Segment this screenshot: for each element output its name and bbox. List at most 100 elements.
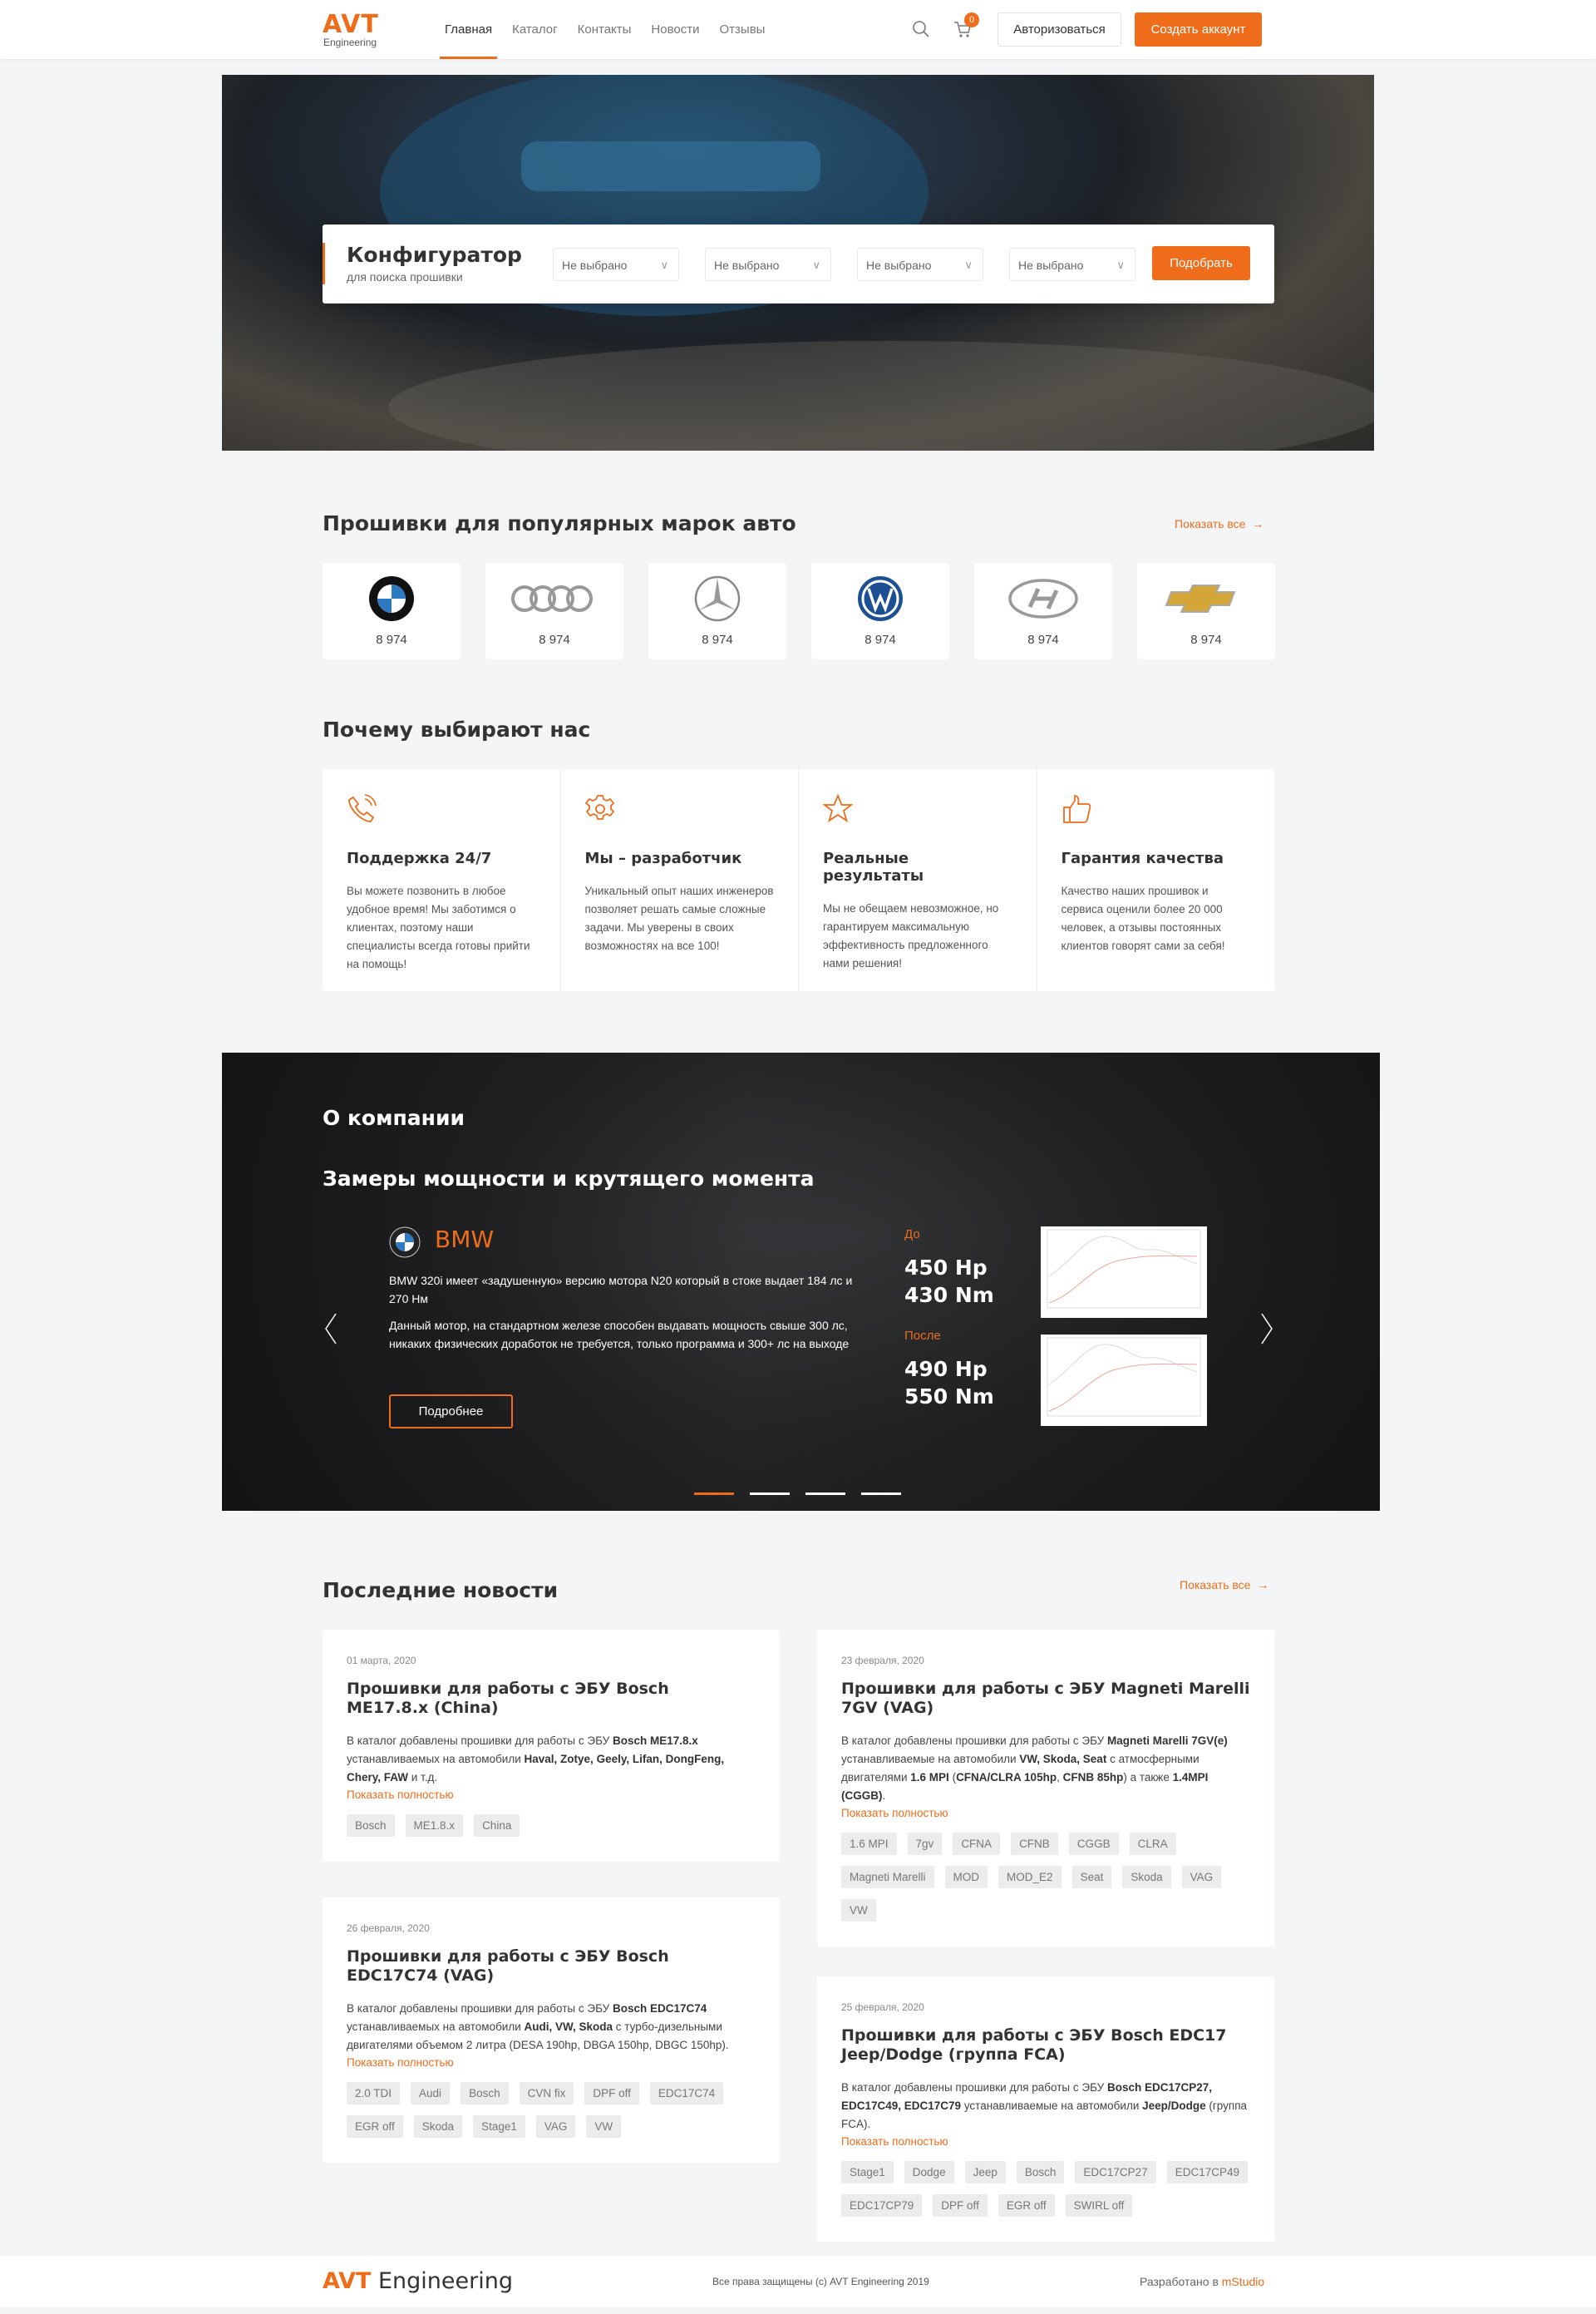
tag[interactable]: Bosch — [1016, 2161, 1065, 2183]
brand-card-hyundai[interactable]: 8 974 — [974, 563, 1112, 659]
before-label: До — [904, 1227, 920, 1241]
news-text-segment: В каталог добавлены прошивки для работы … — [347, 2002, 613, 2015]
tag[interactable]: Magneti Marelli — [841, 1866, 934, 1888]
nav-item[interactable]: Новости — [651, 0, 699, 59]
brand-card-chevrolet[interactable]: 8 974 — [1137, 563, 1275, 659]
read-more-link[interactable]: Показать полностью — [347, 2056, 756, 2069]
configurator-select[interactable]: Не выбрано ∨ — [705, 248, 831, 281]
tag[interactable]: Skoda — [413, 2115, 463, 2138]
tag[interactable]: VW — [841, 1899, 876, 1922]
news-text-segment: Jeep/Dodge — [1142, 2099, 1206, 2112]
read-more-link[interactable]: Показать полностью — [841, 1807, 1250, 1819]
news-title[interactable]: Прошивки для работы с ЭБУ Bosch EDC17 Je… — [841, 2026, 1250, 2065]
tag[interactable]: VAG — [535, 2115, 576, 2138]
slide-indicator[interactable] — [861, 1493, 901, 1495]
more-button[interactable]: Подробнее — [389, 1394, 513, 1428]
news-text-segment: ( — [948, 1771, 957, 1784]
brand-card-bmw[interactable]: 8 974 — [323, 563, 461, 659]
after-dyno-graph[interactable] — [1041, 1335, 1207, 1426]
tag[interactable]: Seat — [1071, 1866, 1112, 1888]
tag[interactable]: EDC17C74 — [649, 2082, 724, 2104]
news-text-segment: и т.д. — [408, 1771, 438, 1784]
news-text-segment: . — [882, 1789, 886, 1802]
cart-count-badge: 0 — [964, 12, 979, 27]
before-dyno-graph[interactable] — [1041, 1226, 1207, 1318]
tag[interactable]: VW — [586, 2115, 622, 2138]
news-text-segment: 1.6 MPI — [910, 1771, 949, 1784]
tag[interactable]: Stage1 — [841, 2161, 894, 2183]
tag[interactable]: EGR off — [998, 2194, 1055, 2217]
tag[interactable]: Dodge — [904, 2161, 954, 2183]
configurator-select[interactable]: Не выбрано ∨ — [857, 248, 983, 281]
nav-item[interactable]: Контакты — [578, 0, 632, 59]
tag[interactable]: China — [474, 1814, 520, 1837]
news-title[interactable]: Прошивки для работы с ЭБУ Magneti Marell… — [841, 1680, 1250, 1718]
tag[interactable]: CVN fix — [519, 2082, 574, 2104]
about-subtitle: Замеры мощности и крутящего момента — [323, 1167, 815, 1191]
tag[interactable]: Audi — [411, 2082, 451, 2104]
tag[interactable]: EGR off — [347, 2115, 403, 2138]
tag[interactable]: Skoda — [1122, 1866, 1171, 1888]
chevron-down-icon: ∨ — [1116, 259, 1125, 271]
tag[interactable]: Jeep — [964, 2161, 1006, 2183]
tag[interactable]: Stage1 — [473, 2115, 525, 2138]
feature-title: Реальные результаты — [823, 850, 924, 885]
nav-item[interactable]: Главная — [439, 0, 498, 59]
news-show-all-link[interactable]: Показать все → — [1180, 1578, 1268, 1591]
tag[interactable]: CGGB — [1068, 1833, 1119, 1855]
read-more-link[interactable]: Показать полностью — [347, 1789, 756, 1801]
nav-item[interactable]: Отзывы — [720, 0, 766, 59]
news-title[interactable]: Прошивки для работы с ЭБУ Bosch ME17.8.x… — [347, 1680, 756, 1718]
find-button[interactable]: Подобрать — [1152, 246, 1250, 280]
brand-firmware-count: 8 974 — [702, 633, 733, 647]
login-button[interactable]: Авторизоваться — [998, 12, 1121, 47]
tag[interactable]: VAG — [1181, 1866, 1222, 1888]
slide-indicator[interactable] — [694, 1493, 734, 1495]
tag[interactable]: EDC17CP49 — [1166, 2161, 1248, 2183]
tag[interactable]: EDC17CP27 — [1075, 2161, 1156, 2183]
brand-card-mercedes[interactable]: 8 974 — [648, 563, 786, 659]
tag[interactable]: MOD — [944, 1866, 988, 1888]
tag[interactable]: 7gv — [907, 1833, 943, 1855]
register-button[interactable]: Создать аккаунт — [1135, 12, 1262, 47]
news-text-segment: В каталог добавлены прошивки для работы … — [841, 1734, 1107, 1747]
search-icon[interactable] — [912, 20, 930, 38]
tag[interactable]: SWIRL off — [1065, 2194, 1133, 2217]
audi-logo — [511, 585, 593, 612]
prev-slide-arrow-icon[interactable] — [323, 1312, 339, 1345]
tag[interactable]: 1.6 MPI — [841, 1833, 897, 1855]
tag[interactable]: EDC17CP79 — [841, 2194, 923, 2217]
tag[interactable]: Bosch — [347, 1814, 395, 1837]
slide-indicator[interactable] — [750, 1493, 790, 1495]
news-text-segment: устанавливаемых на автомобили — [347, 1753, 525, 1765]
news-title[interactable]: Прошивки для работы с ЭБУ Bosch EDC17C74… — [347, 1947, 756, 1986]
slide-indicator[interactable] — [805, 1493, 845, 1495]
tag[interactable]: ME1.8.x — [405, 1814, 464, 1837]
nav-item[interactable]: Каталог — [512, 0, 558, 59]
tag[interactable]: Bosch — [461, 2082, 509, 2104]
next-slide-arrow-icon[interactable] — [1259, 1312, 1275, 1345]
footer-logo-avt: AVT — [323, 2268, 372, 2294]
tag[interactable]: CFNA — [953, 1833, 1001, 1855]
configurator-select[interactable]: Не выбрано ∨ — [1009, 248, 1135, 281]
about-title: О компании — [323, 1106, 465, 1130]
logo[interactable]: AVT — [323, 10, 379, 39]
tag[interactable]: 2.0 TDI — [347, 2082, 401, 2104]
news-text-segment: В каталог добавлены прошивки для работы … — [841, 2081, 1107, 2094]
tag[interactable]: CLRA — [1129, 1833, 1176, 1855]
read-more-link[interactable]: Показать полностью — [841, 2135, 1250, 2148]
tag[interactable]: CFNB — [1011, 1833, 1058, 1855]
brand-card-audi[interactable]: 8 974 — [485, 563, 623, 659]
developer-credit: Разработано в mStudio — [1140, 2275, 1264, 2288]
brands-show-all-link[interactable]: Показать все → — [1175, 517, 1264, 530]
news-text-segment: Audi, VW, Skoda — [524, 2020, 613, 2033]
tag[interactable]: DPF off — [584, 2082, 639, 2104]
developer-link[interactable]: mStudio — [1222, 2275, 1264, 2288]
brand-card-volkswagen[interactable]: 8 974 — [811, 563, 949, 659]
show-all-label: Показать все — [1180, 1578, 1251, 1591]
configurator-select[interactable]: Не выбрано ∨ — [553, 248, 679, 281]
feature-card: Реальные результаты Мы не обещаем невозмо… — [799, 769, 1037, 991]
tag[interactable]: MOD_E2 — [998, 1866, 1062, 1888]
footer-logo[interactable]: AVT Engineering — [323, 2268, 513, 2294]
tag[interactable]: DPF off — [933, 2194, 988, 2217]
